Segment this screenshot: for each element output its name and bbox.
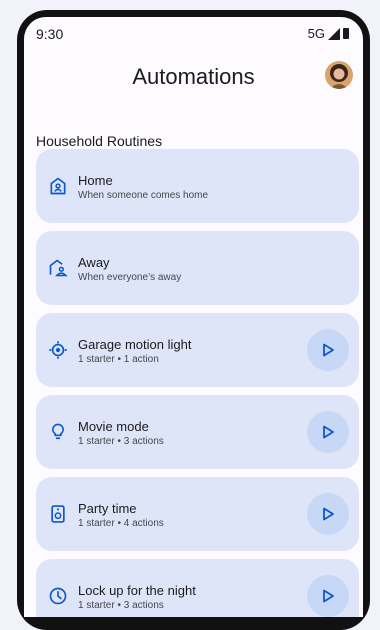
avatar-image <box>325 61 353 89</box>
home-person-icon <box>48 176 68 196</box>
play-icon <box>320 588 336 604</box>
play-button[interactable] <box>307 575 349 617</box>
routine-title: Home <box>78 173 113 188</box>
routine-card[interactable]: Garage motion light 1 starter • 1 action <box>36 313 359 387</box>
routine-card[interactable]: Movie mode 1 starter • 3 actions <box>36 395 359 469</box>
routine-title: Lock up for the night <box>78 583 196 598</box>
routine-subtitle: When someone comes home <box>78 190 209 201</box>
lightbulb-icon <box>48 422 68 442</box>
routine-title: Movie mode <box>78 419 149 434</box>
routine-title: Garage motion light <box>78 337 192 352</box>
play-icon <box>320 342 336 358</box>
routine-subtitle: 1 starter • 1 action <box>78 354 159 365</box>
play-icon <box>320 506 336 522</box>
play-icon <box>320 424 336 440</box>
page-title: Automations <box>132 64 255 89</box>
section-title: Household Routines <box>36 133 163 149</box>
routine-subtitle: When everyone’s away <box>78 272 182 283</box>
routine-card[interactable]: Lock up for the night 1 starter • 3 actio… <box>36 559 359 617</box>
routine-title: Party time <box>78 501 137 516</box>
speaker-icon <box>48 504 68 524</box>
network-label: 5G <box>307 26 325 41</box>
away-home-icon <box>48 258 68 278</box>
status-icons: 5G <box>308 26 349 41</box>
play-button[interactable] <box>307 329 349 371</box>
play-button[interactable] <box>307 411 349 453</box>
routine-card[interactable]: Home When someone comes home <box>36 149 359 223</box>
profile-avatar[interactable] <box>325 61 353 89</box>
battery-icon <box>343 28 349 39</box>
status-bar: 9:30 5G <box>24 17 363 51</box>
routine-list: Home When someone comes home Away When ever… <box>36 149 359 617</box>
clock-icon <box>48 586 68 606</box>
signal-icon <box>328 27 340 40</box>
motion-sensor-icon <box>48 340 68 360</box>
routine-subtitle: 1 starter • 3 actions <box>78 436 164 447</box>
routine-card[interactable]: Party time 1 starter • 4 actions <box>36 477 359 551</box>
routine-title: Away <box>78 255 110 270</box>
status-time: 9:30 <box>36 26 64 42</box>
phone-screen: 9:30 5G Automations Household Routines H… <box>24 17 363 617</box>
routine-subtitle: 1 starter • 3 actions <box>78 600 164 611</box>
play-button[interactable] <box>307 493 349 535</box>
routine-subtitle: 1 starter • 4 actions <box>78 518 164 529</box>
routine-card[interactable]: Away When everyone’s away <box>36 231 359 305</box>
